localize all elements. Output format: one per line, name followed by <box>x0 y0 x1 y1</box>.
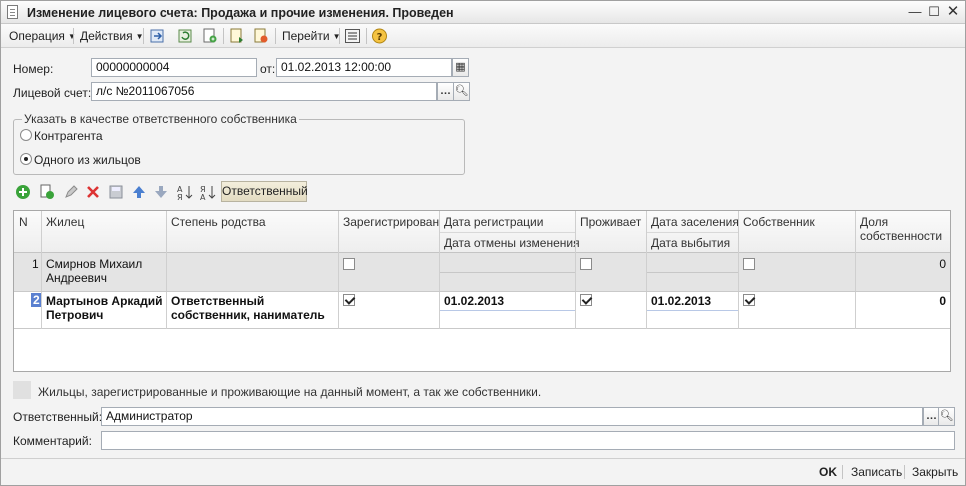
refresh-icon[interactable] <box>177 28 194 44</box>
operation-menu[interactable]: Операция ▼ <box>7 27 78 45</box>
post-document-icon[interactable] <box>149 28 166 44</box>
legend-text: Жильцы, зарегистрированные и проживающие… <box>38 385 542 399</box>
col-resident[interactable]: Жилец <box>46 215 84 229</box>
edit-row-icon[interactable] <box>63 184 79 200</box>
responsible-label: Ответственный: <box>13 410 103 424</box>
end-edit-icon[interactable] <box>108 184 124 200</box>
window-title: Изменение лицевого счета: Продажа и проч… <box>27 6 454 20</box>
sort-ascending-icon[interactable]: AЯ <box>177 184 193 200</box>
print-icon[interactable] <box>253 28 270 44</box>
lives-checkbox[interactable] <box>580 258 592 270</box>
owner-group: Указать в качестве ответственного собств… <box>13 112 465 175</box>
col-registered[interactable]: Зарегистрирован <box>343 215 439 229</box>
document-window: Изменение лицевого счета: Продажа и проч… <box>0 0 966 486</box>
actions-menu[interactable]: Действия ▼ <box>78 27 146 45</box>
resident-name[interactable]: Мартынов Аркадий Петрович <box>46 294 168 322</box>
radio-resident-label: Одного из жильцов <box>34 153 141 167</box>
structure-icon[interactable] <box>344 28 361 44</box>
account-label: Лицевой счет: <box>13 86 92 100</box>
close-button[interactable]: Закрыть <box>912 465 958 479</box>
col-settle-date[interactable]: Дата заселения <box>651 215 739 229</box>
number-label: Номер: <box>13 62 54 76</box>
radio-contractor[interactable] <box>20 129 32 141</box>
help-icon[interactable]: ? <box>371 28 388 44</box>
date-field[interactable]: 01.02.2013 12:00:00 <box>276 58 452 77</box>
calendar-icon[interactable]: ▦ <box>452 58 469 77</box>
delete-row-icon[interactable] <box>85 184 101 200</box>
settle-date[interactable]: 01.02.2013 <box>651 294 711 308</box>
search-icon[interactable]: 🔍︎ <box>453 82 470 101</box>
table-row[interactable]: 1 Смирнов Михаил Андреевич 0 <box>14 253 950 291</box>
number-field[interactable]: 00000000004 <box>91 58 257 77</box>
owner-checkbox[interactable] <box>743 258 755 270</box>
col-relation[interactable]: Степень родства <box>171 215 266 229</box>
toolbar: Операция ▼ Действия ▼ Перейти ▼ ? <box>1 24 965 48</box>
copy-row-icon[interactable] <box>39 184 55 200</box>
movements-icon[interactable] <box>229 28 246 44</box>
col-leave-date[interactable]: Дата выбытия <box>651 236 730 250</box>
table-header: N Жилец Степень родства Зарегистрирован … <box>14 211 950 253</box>
responsible-field[interactable]: Администратор <box>101 407 923 426</box>
relation[interactable]: Ответственный собственник, наниматель <box>171 294 337 322</box>
bottom-bar: OK Записать Закрыть <box>1 458 965 485</box>
minimize-icon[interactable]: — <box>907 4 923 20</box>
col-reg-date[interactable]: Дата регистрации <box>444 215 543 229</box>
svg-text:Я: Я <box>177 193 183 200</box>
reg-date[interactable]: 01.02.2013 <box>444 294 504 308</box>
radio-resident[interactable] <box>20 153 32 165</box>
resident-name[interactable]: Смирнов Михаил Андреевич <box>46 257 164 285</box>
title-bar: Изменение лицевого счета: Продажа и проч… <box>1 1 965 24</box>
search-icon[interactable]: 🔍︎ <box>938 407 955 426</box>
registered-checkbox[interactable] <box>343 294 355 306</box>
comment-field[interactable] <box>101 431 955 450</box>
col-owner[interactable]: Собственник <box>743 215 815 229</box>
col-n[interactable]: N <box>19 215 28 229</box>
table-row[interactable]: 2 Мартынов Аркадий Петрович Ответственны… <box>14 291 950 329</box>
move-down-icon[interactable] <box>153 184 169 200</box>
svg-text:?: ? <box>377 32 383 43</box>
maximize-icon[interactable]: ☐ <box>926 4 942 20</box>
col-share[interactable]: Доля собственности <box>860 215 944 243</box>
date-label: от: <box>260 62 276 76</box>
move-up-icon[interactable] <box>131 184 147 200</box>
responsible-button[interactable]: Ответственный <box>221 181 308 202</box>
comment-label: Комментарий: <box>13 434 92 448</box>
registered-checkbox[interactable] <box>343 258 355 270</box>
add-row-icon[interactable] <box>15 184 31 200</box>
lives-checkbox[interactable] <box>580 294 592 306</box>
owner-group-title: Указать в качестве ответственного собств… <box>22 112 299 126</box>
owner-checkbox[interactable] <box>743 294 755 306</box>
document-icon <box>7 5 18 19</box>
copy-document-icon[interactable] <box>201 28 218 44</box>
radio-contractor-label: Контрагента <box>34 129 103 143</box>
select-account-button[interactable]: … <box>437 82 454 101</box>
legend-swatch <box>13 381 31 399</box>
col-cancel-date[interactable]: Дата отмены изменения <box>444 236 580 250</box>
ok-button[interactable]: OK <box>819 465 837 479</box>
svg-text:A: A <box>200 193 206 200</box>
sort-descending-icon[interactable]: ЯA <box>200 184 216 200</box>
account-field[interactable]: л/с №2011067056 <box>91 82 437 101</box>
row-number: 1 <box>32 257 39 271</box>
save-button[interactable]: Записать <box>851 465 902 479</box>
share[interactable]: 0 <box>939 294 946 308</box>
share[interactable]: 0 <box>939 257 946 271</box>
col-lives[interactable]: Проживает <box>580 215 641 229</box>
close-icon[interactable]: ✕ <box>945 4 961 20</box>
goto-menu[interactable]: Перейти ▼ <box>280 27 342 45</box>
residents-table: N Жилец Степень родства Зарегистрирован … <box>13 210 951 372</box>
